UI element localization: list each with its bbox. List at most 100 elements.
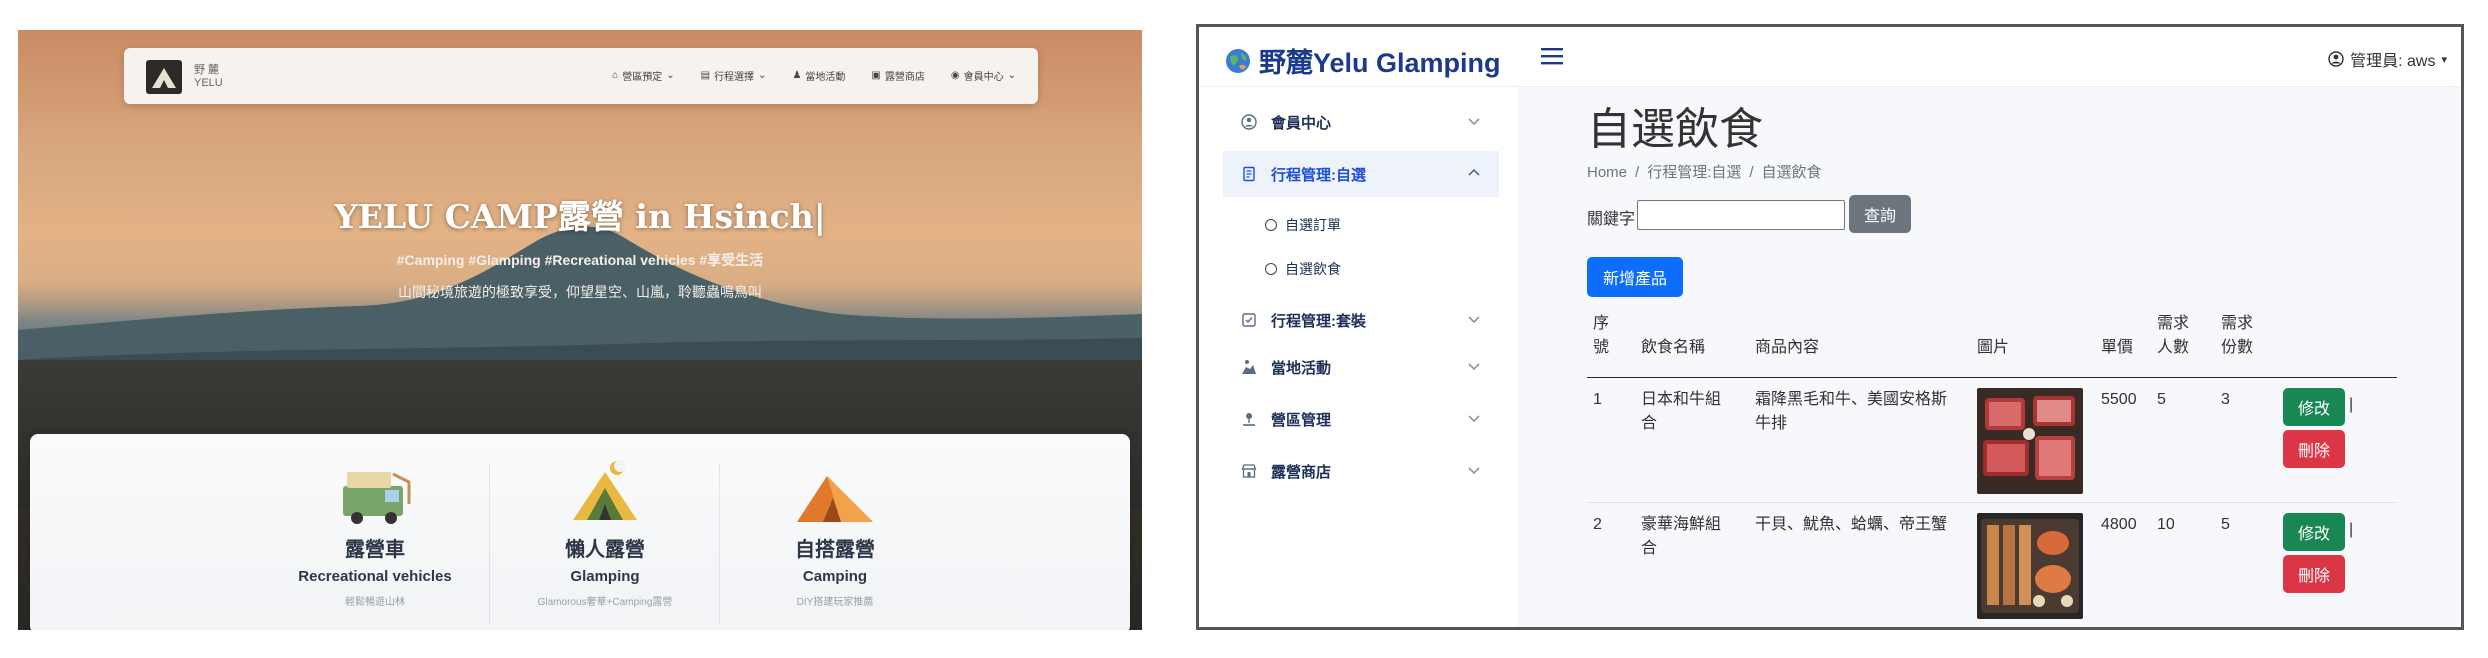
edit-button[interactable]: 修改: [2283, 513, 2345, 551]
keyword-input[interactable]: [1637, 200, 1845, 230]
breadcrumb-itinerary[interactable]: 行程管理:自選: [1647, 164, 1741, 181]
landing-page-screenshot: 野 麓 YELU ⌂ 營區預定 ⌄ ▤ 行程選擇 ⌄ ♟ 當地活動 ▣ 露營商店 ◉ 會員中心…: [18, 30, 1142, 630]
sidebar-item-label: 行程管理:自選: [1271, 166, 1366, 184]
chevron-down-icon: ⌄: [666, 70, 675, 81]
person-hiking-icon: ♟: [792, 70, 802, 81]
card-title-en: Glamping: [570, 568, 640, 585]
cell-price: 5500: [2101, 391, 2137, 408]
action-separator: |: [2349, 521, 2354, 538]
sidebar-item-label: 當地活動: [1271, 359, 1332, 377]
sidebar-item-campsite-management[interactable]: 營區管理: [1223, 396, 1499, 442]
keyword-label: 關鍵字: [1587, 211, 1636, 228]
seafood-product-image: [1977, 513, 2083, 619]
chevron-down-icon: [1467, 463, 1481, 481]
sidebar-item-label: 營區管理: [1271, 411, 1332, 429]
logo-icon[interactable]: [146, 60, 182, 94]
rv-icon: [343, 472, 411, 524]
card-title-en: Camping: [802, 568, 868, 585]
card-title-en: Recreational vehicles: [298, 568, 452, 585]
sidebar-item-member[interactable]: 會員中心: [1223, 99, 1499, 145]
nav-item-campsite-booking[interactable]: ⌂ 營區預定 ⌄: [612, 68, 674, 83]
cell-content: 干貝、魷魚、蛤蠣、帝王蟹: [1755, 516, 1948, 533]
sidebar-item-camping-store[interactable]: 露營商店: [1223, 448, 1499, 494]
card-subtitle: Glamorous奢華+Camping露營: [537, 597, 673, 608]
cell-content: 霜降黑毛和牛、美國安格斯 牛排: [1755, 391, 1948, 432]
user-circle-icon: ◉: [950, 70, 960, 81]
hamburger-menu-icon[interactable]: [1539, 43, 1565, 69]
chevron-up-icon: [1467, 166, 1481, 184]
card-glamping[interactable]: 懶人露營 Glamping Glamorous奢華+Camping露營: [490, 434, 720, 630]
brand-name-en: YELU: [194, 77, 223, 89]
breadcrumb-current: 自選飲食: [1761, 164, 1822, 181]
nav-item-member[interactable]: ◉ 會員中心 ⌄: [951, 68, 1016, 83]
breadcrumb-home[interactable]: Home: [1587, 164, 1627, 181]
checkbox-icon: [1241, 312, 1263, 328]
action-separator: |: [2349, 396, 2354, 413]
journal-icon: [1241, 166, 1263, 182]
sidebar-item-custom-itinerary[interactable]: 行程管理:自選: [1223, 151, 1499, 197]
cell-people: 10: [2157, 516, 2175, 533]
cell-no: 1: [1593, 391, 1602, 408]
col-header-image: 圖片: [1977, 339, 2010, 356]
main-nav: ⌂ 營區預定 ⌄ ▤ 行程選擇 ⌄ ♟ 當地活動 ▣ 露營商店 ◉ 會員中心 ⌄: [612, 68, 1016, 83]
sidebar-item-local-activities[interactable]: 當地活動: [1223, 344, 1499, 390]
map-pin-icon: [1241, 411, 1263, 427]
breadcrumb-separator: /: [1749, 164, 1754, 181]
store-icon: [1241, 463, 1263, 479]
admin-dashboard-screenshot: 野麓Yelu Glamping 管理員: aws ▾ 會員中心 行程管理:自選: [1196, 24, 2464, 630]
nav-item-activities[interactable]: ♟ 當地活動: [792, 68, 845, 83]
sidebar-item-label: 會員中心: [1271, 114, 1332, 132]
chevron-down-icon: [1467, 312, 1481, 330]
col-header-content: 商品內容: [1755, 339, 1820, 356]
card-camping[interactable]: 自搭露營 Camping DIY搭建玩家推薦: [720, 434, 950, 630]
chevron-down-icon: [1467, 411, 1481, 429]
sidebar: 會員中心 行程管理:自選 自選訂單 自選飲食 行程管理:套裝 當地活動 營區管理…: [1199, 87, 1517, 627]
caret-down-icon: ▾: [2441, 53, 2447, 66]
page-title: 自選飲食: [1587, 105, 1763, 154]
card-subtitle: DIY搭建玩家推薦: [796, 597, 874, 608]
card-rv[interactable]: 露營車 Recreational vehicles 輕鬆暢遊山林: [260, 434, 490, 630]
hero-description: 山間秘境旅遊的極致享受，仰望星空、山嵐，聆聽蟲鳴鳥叫: [398, 284, 762, 300]
shop-icon: ▣: [871, 70, 881, 81]
sidebar-item-package-itinerary[interactable]: 行程管理:套裝: [1223, 297, 1499, 343]
cell-people: 5: [2157, 391, 2166, 408]
col-header-people: 需求 人數: [2157, 315, 2190, 356]
user-circle-icon: [1241, 114, 1263, 130]
col-header-name: 飲食名稱: [1641, 339, 1706, 356]
admin-header: 野麓Yelu Glamping 管理員: aws ▾: [1199, 27, 2461, 87]
hero-tags: #Camping #Glamping #Recreational vehicle…: [396, 252, 764, 268]
add-product-button[interactable]: 新增產品: [1587, 257, 1683, 297]
globe-icon: [1226, 48, 1250, 73]
category-cards: 露營車 Recreational vehicles 輕鬆暢遊山林 懶人露營 Gl…: [30, 434, 1130, 630]
cell-portions: 3: [2221, 391, 2230, 408]
sidebar-item-label: 露營商店: [1271, 463, 1332, 481]
sidebar-item-label: 行程管理:套裝: [1271, 312, 1366, 330]
nav-item-shop[interactable]: ▣ 露營商店: [871, 68, 924, 83]
card-title-cn: 露營車: [345, 539, 405, 561]
sidebar-subitem-label: 自選飲食: [1285, 261, 1341, 277]
card-title-cn: 自搭露營: [795, 539, 875, 561]
card-subtitle: 輕鬆暢遊山林: [345, 597, 405, 608]
chevron-down-icon: ⌄: [1007, 70, 1016, 81]
wagyu-product-image: [1977, 388, 2083, 494]
user-menu[interactable]: 管理員: aws ▾: [2328, 47, 2447, 71]
sidebar-subitem-custom-orders[interactable]: 自選訂單: [1265, 210, 1341, 240]
col-header-price: 單價: [2101, 339, 2134, 356]
cell-price: 4800: [2101, 516, 2137, 533]
sidebar-subitem-label: 自選訂單: [1285, 217, 1341, 233]
delete-button[interactable]: 刪除: [2283, 555, 2345, 593]
glamping-tent-icon: [573, 460, 637, 520]
admin-brand[interactable]: 野麓Yelu Glamping: [1225, 41, 1501, 80]
nav-item-itinerary[interactable]: ▤ 行程選擇 ⌄: [701, 68, 767, 83]
cell-name: 日本和牛組合: [1641, 391, 1722, 432]
sidebar-subitem-custom-food[interactable]: 自選飲食: [1265, 254, 1341, 284]
tent-icon: [797, 476, 873, 522]
edit-button[interactable]: 修改: [2283, 388, 2345, 426]
chevron-down-icon: [1467, 359, 1481, 377]
top-navbar: 野 麓 YELU ⌂ 營區預定 ⌄ ▤ 行程選擇 ⌄ ♟ 當地活動 ▣ 露營商店 ◉ 會員中心…: [124, 48, 1038, 104]
search-button[interactable]: 查詢: [1849, 195, 1911, 233]
cell-no: 2: [1593, 516, 1602, 533]
delete-button[interactable]: 刪除: [2283, 430, 2345, 468]
calendar-icon: ▤: [700, 70, 711, 81]
user-name: 管理員: aws: [2350, 53, 2436, 70]
